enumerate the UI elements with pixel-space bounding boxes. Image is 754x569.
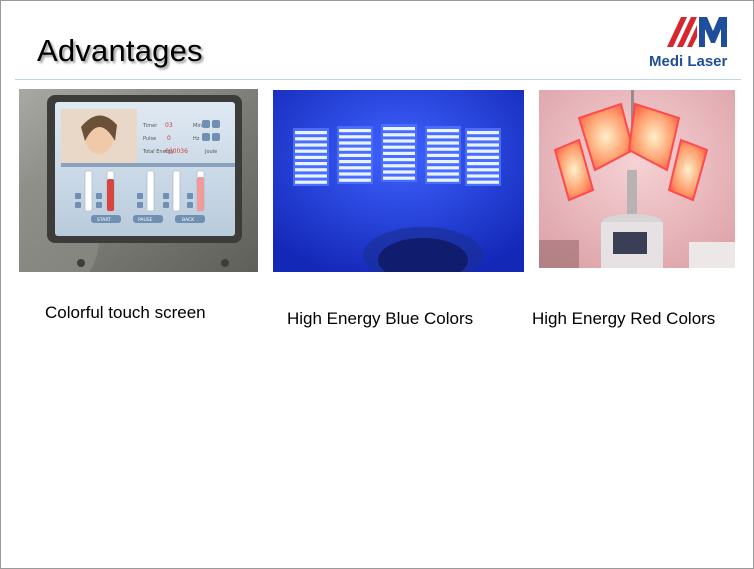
- blue-led-strip: [467, 149, 499, 153]
- blue-led-strip: [383, 164, 415, 168]
- caption-touch-screen: Colorful touch screen: [45, 303, 206, 322]
- blue-led-strip: [383, 139, 415, 143]
- blue-led-strip: [427, 166, 459, 170]
- blue-led-strip: [467, 137, 499, 141]
- touch-screen-photo: Timer 03 Min Pulse 0 Hz Total Energy 000…: [19, 89, 258, 272]
- blue-led-strip: [467, 168, 499, 172]
- blue-led-strip: [383, 145, 415, 149]
- blue-led-strip: [467, 143, 499, 147]
- blue-led-strip: [467, 131, 499, 135]
- blue-led-strip: [339, 172, 371, 176]
- blue-led-strip: [339, 153, 371, 157]
- blue-led-strip: [339, 147, 371, 151]
- blue-led-strip: [427, 135, 459, 139]
- blue-led-strip: [427, 178, 459, 182]
- blue-light-photo: [273, 90, 524, 272]
- blue-led-strip: [295, 149, 327, 153]
- blue-led-strip: [383, 133, 415, 137]
- screen-timer-value: 03: [165, 122, 173, 129]
- blue-led-strip: [383, 170, 415, 174]
- blue-led-strip: [295, 162, 327, 166]
- blue-led-strip: [295, 168, 327, 172]
- blue-led-strip: [427, 160, 459, 164]
- blue-led-strip: [427, 172, 459, 176]
- blue-led-strip: [339, 160, 371, 164]
- blue-led-strip: [427, 147, 459, 151]
- blue-led-strip: [383, 176, 415, 180]
- blue-led-strip: [427, 141, 459, 145]
- blue-led-panels: [293, 124, 501, 186]
- blue-led-strip: [295, 131, 327, 135]
- screen-start-button: START: [97, 217, 111, 223]
- screen-timer-label: Timer: [142, 123, 158, 129]
- red-light-photo: [539, 90, 735, 268]
- blue-led-strip: [339, 141, 371, 145]
- blue-led-strip: [383, 158, 415, 162]
- screen-energy-unit: Joule: [204, 149, 217, 155]
- blue-led-strip: [427, 129, 459, 133]
- blue-led-strip: [295, 137, 327, 141]
- caption-red-colors: High Energy Red Colors: [532, 309, 716, 328]
- logo-text: Medi Laser: [649, 53, 728, 70]
- blue-led-strip: [383, 151, 415, 155]
- blue-led-strip: [295, 155, 327, 159]
- screen-timer-unit: Min: [193, 123, 202, 129]
- screen-pulse-value: 0: [167, 135, 171, 142]
- screen-back-button: BACK: [182, 217, 195, 223]
- blue-led-strip: [339, 129, 371, 133]
- caption-blue-colors: High Energy Blue Colors: [287, 309, 474, 328]
- slide: Advantages Medi Laser Timer 03 Min Pulse…: [0, 0, 754, 569]
- blue-led-strip: [467, 155, 499, 159]
- blue-led-strip: [339, 166, 371, 170]
- blue-led-strip: [339, 178, 371, 182]
- screen-pause-button: PAUSE: [138, 217, 153, 223]
- blue-led-strip: [295, 143, 327, 147]
- blue-led-strip: [467, 162, 499, 166]
- blue-led-strip: [467, 174, 499, 178]
- blue-led-strip: [295, 180, 327, 184]
- blue-led-strip: [295, 174, 327, 178]
- blue-led-strip: [427, 153, 459, 157]
- title-divider: [15, 79, 741, 80]
- blue-led-strip: [383, 127, 415, 131]
- screen-pulse-unit: Hz: [193, 136, 200, 142]
- screen-energy-value: 000036: [165, 148, 188, 155]
- screen-pulse-label: Pulse: [143, 136, 156, 142]
- blue-led-strip: [339, 135, 371, 139]
- slide-title: Advantages: [37, 33, 203, 68]
- blue-led-strip: [467, 180, 499, 184]
